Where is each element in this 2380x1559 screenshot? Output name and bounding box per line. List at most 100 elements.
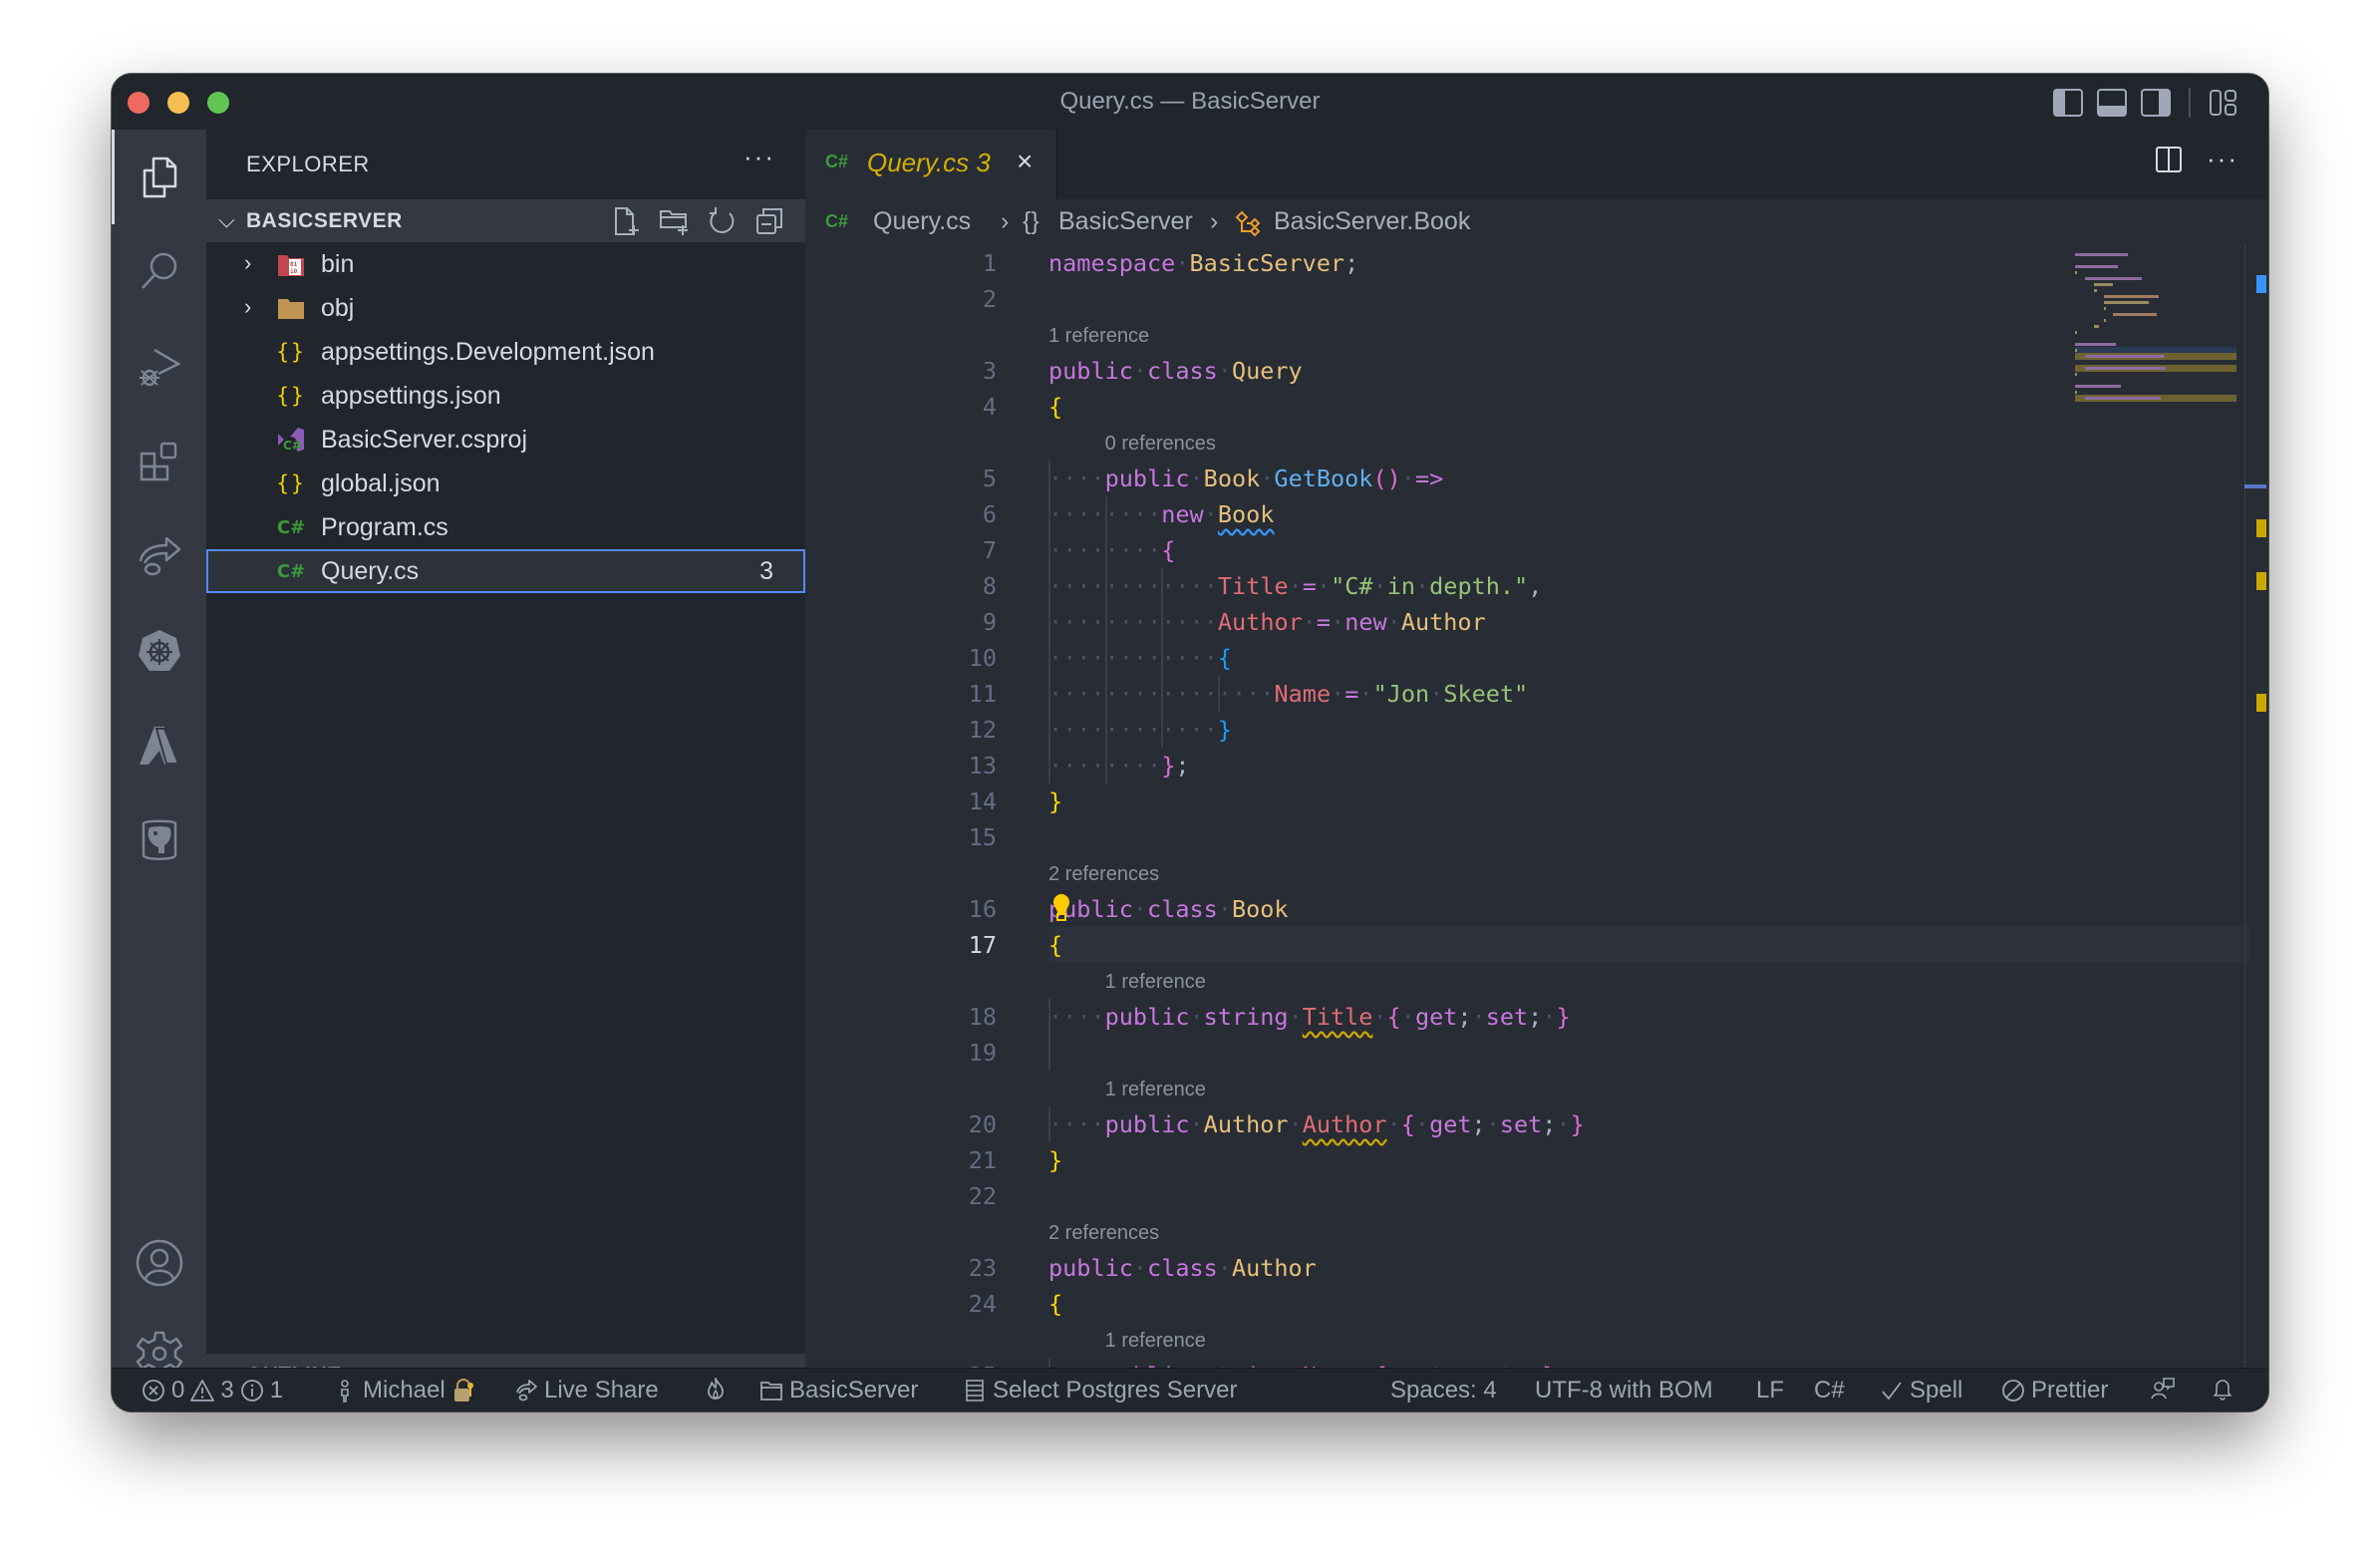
- toggle-secondary-sidebar-icon[interactable]: [2141, 89, 2171, 117]
- folder-section-header[interactable]: ⌵ BASICSERVER: [206, 199, 805, 242]
- refresh-icon[interactable]: [706, 205, 738, 237]
- line-number[interactable]: 11: [805, 680, 997, 708]
- line-number[interactable]: 16: [805, 895, 997, 923]
- collapse-all-icon[interactable]: [753, 205, 785, 237]
- code-line[interactable]: 17 {: [805, 927, 2268, 963]
- line-number[interactable]: 23: [805, 1254, 997, 1282]
- code-line[interactable]: 8 ············Title·=·"C#·in·depth.",: [805, 568, 2268, 604]
- code-line[interactable]: 4{: [805, 389, 2268, 425]
- tree-item-basicserver-csproj[interactable]: C# BasicServer.csproj: [206, 418, 805, 462]
- line-number[interactable]: 3: [805, 357, 997, 385]
- line-number[interactable]: 20: [805, 1110, 997, 1138]
- split-editor-icon[interactable]: [2155, 146, 2183, 173]
- line-number[interactable]: 14: [805, 787, 997, 815]
- more-actions-icon[interactable]: ···: [2207, 144, 2238, 174]
- code-line[interactable]: 14}: [805, 783, 2268, 819]
- code-line[interactable]: 20 ····public·Author·Author·{·get;·set;·}: [805, 1106, 2268, 1142]
- code-line[interactable]: 25····public·string·Name·{·get;·set;·}: [805, 1358, 2268, 1368]
- code-line[interactable]: 9 ············Author·=·new·Author: [805, 604, 2268, 640]
- notifications-button[interactable]: [2211, 1377, 2234, 1401]
- line-number[interactable]: 7: [805, 536, 997, 564]
- code-line[interactable]: 13 ········};: [805, 748, 2268, 783]
- new-folder-icon[interactable]: [658, 205, 690, 237]
- line-number[interactable]: 5: [805, 465, 997, 492]
- toggle-panel-icon[interactable]: [2097, 89, 2127, 117]
- prettier-status[interactable]: Prettier: [2001, 1377, 2108, 1404]
- code-line[interactable]: 5 ····public·Book·GetBook()·=>: [805, 461, 2268, 496]
- line-number[interactable]: 22: [805, 1182, 997, 1210]
- folder-status[interactable]: BasicServer: [759, 1377, 918, 1404]
- line-number[interactable]: 17: [805, 931, 997, 959]
- code-line[interactable]: 11 ················Name·=·"Jon·Skeet": [805, 676, 2268, 712]
- line-number[interactable]: 19: [805, 1039, 997, 1067]
- code-line[interactable]: 16 public·class·Book: [805, 891, 2268, 927]
- spell-status[interactable]: Spell: [1880, 1377, 1962, 1404]
- line-number[interactable]: 12: [805, 716, 997, 744]
- flame-status[interactable]: [704, 1377, 728, 1401]
- code-line[interactable]: 2: [805, 281, 2268, 317]
- line-number[interactable]: 4: [805, 393, 997, 421]
- code-line[interactable]: 7 ········{: [805, 532, 2268, 568]
- lightbulb-icon[interactable]: [1051, 893, 1071, 923]
- activity-postgres[interactable]: [112, 792, 206, 887]
- activity-live-share[interactable]: [112, 508, 206, 603]
- postgres-status[interactable]: Select Postgres Server: [963, 1377, 1237, 1404]
- tree-item-appsettings-json[interactable]: {} appsettings.json: [206, 374, 805, 418]
- line-number[interactable]: 6: [805, 500, 997, 528]
- code-line[interactable]: 3 public·class·Query: [805, 353, 2268, 389]
- activity-explorer[interactable]: [112, 130, 206, 224]
- breadcrumb-file[interactable]: Query.cs: [873, 207, 971, 236]
- close-tab-icon[interactable]: ×: [1017, 146, 1033, 177]
- code-line[interactable]: 19: [805, 1035, 2268, 1071]
- code-line[interactable]: 21}: [805, 1142, 2268, 1178]
- live-share-status[interactable]: Live Share: [514, 1377, 659, 1404]
- tree-item-obj[interactable]: › obj: [206, 286, 805, 330]
- problems-status[interactable]: 0 3 1: [142, 1377, 283, 1404]
- line-number[interactable]: 24: [805, 1290, 997, 1318]
- line-number[interactable]: 18: [805, 1003, 997, 1031]
- tree-item-appsettings-development-json[interactable]: {} appsettings.Development.json: [206, 330, 805, 374]
- minimap[interactable]: [2075, 245, 2244, 504]
- editor-scrollbar[interactable]: [2244, 245, 2268, 1368]
- activity-search[interactable]: [112, 224, 206, 319]
- code-line[interactable]: 10 ············{: [805, 640, 2268, 676]
- tree-item-bin[interactable]: › 01 10 bin: [206, 242, 805, 286]
- line-number[interactable]: 9: [805, 608, 997, 636]
- code-line[interactable]: 12 ············}: [805, 712, 2268, 748]
- user-status[interactable]: Michael: [333, 1377, 475, 1404]
- customize-layout-icon[interactable]: [2209, 89, 2238, 117]
- code-line[interactable]: 22: [805, 1178, 2268, 1214]
- language-status[interactable]: C#: [1814, 1377, 1845, 1404]
- code-line[interactable]: 24 {: [805, 1286, 2268, 1322]
- code-line[interactable]: 1 namespace·BasicServer;: [805, 245, 2268, 281]
- breadcrumb-namespace[interactable]: BasicServer: [1058, 207, 1193, 236]
- code-editor[interactable]: 1 namespace·BasicServer; 2 1 reference 3 publ…: [805, 245, 2268, 1368]
- new-file-icon[interactable]: [610, 205, 642, 237]
- indentation-status[interactable]: Spaces: 4: [1390, 1377, 1497, 1404]
- line-number[interactable]: 8: [805, 572, 997, 600]
- toggle-primary-sidebar-icon[interactable]: [2053, 89, 2083, 117]
- code-line[interactable]: 6 ········new·Book: [805, 496, 2268, 532]
- tree-item-query-cs[interactable]: C# Query.cs 3: [206, 549, 805, 593]
- tab-query-cs[interactable]: C# Query.cs 3 ×: [805, 130, 1057, 199]
- line-number[interactable]: 13: [805, 752, 997, 780]
- eol-status[interactable]: LF: [1756, 1377, 1784, 1404]
- activity-run-debug[interactable]: [112, 319, 206, 414]
- line-number[interactable]: 1: [805, 249, 997, 277]
- code-line[interactable]: 23 public·class·Author: [805, 1250, 2268, 1286]
- code-line[interactable]: 15: [805, 819, 2268, 855]
- line-number[interactable]: 10: [805, 644, 997, 672]
- breadcrumb-class[interactable]: BasicServer.Book: [1274, 207, 1470, 236]
- tree-item-program-cs[interactable]: C# Program.cs: [206, 505, 805, 549]
- more-actions-button[interactable]: ···: [744, 142, 775, 172]
- encoding-status[interactable]: UTF-8 with BOM: [1535, 1377, 1713, 1404]
- activity-kubernetes[interactable]: [112, 603, 206, 698]
- activity-accounts[interactable]: [112, 1215, 206, 1310]
- line-number[interactable]: 2: [805, 285, 997, 313]
- feedback-button[interactable]: [2151, 1377, 2175, 1401]
- line-number[interactable]: 15: [805, 823, 997, 851]
- code-line[interactable]: 18 ····public·string·Title·{·get;·set;·}: [805, 999, 2268, 1035]
- tree-item-global-json[interactable]: {} global.json: [206, 462, 805, 505]
- activity-azure[interactable]: [112, 698, 206, 792]
- line-number[interactable]: 21: [805, 1146, 997, 1174]
